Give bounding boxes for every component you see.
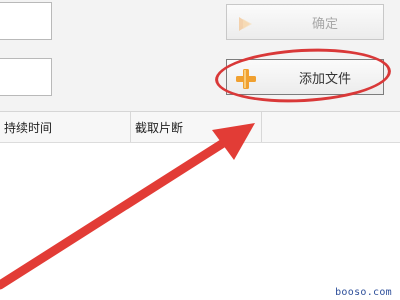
app-window: 确定 添加文件 持续时间 截取片断 booso.com <box>0 0 400 300</box>
watermark: booso.com <box>335 287 392 298</box>
annotation-arrow <box>0 123 255 290</box>
